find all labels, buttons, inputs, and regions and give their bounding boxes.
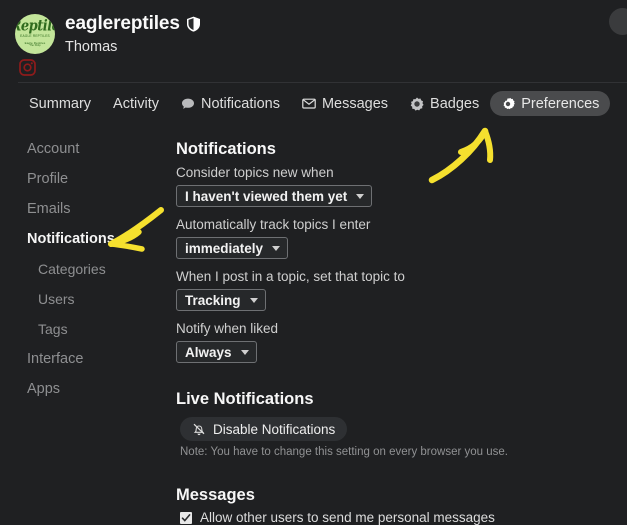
current-user-avatar[interactable] (609, 8, 627, 35)
profile-full-name: Thomas (65, 39, 118, 55)
check-icon (181, 513, 191, 522)
allow-personal-messages-label: Allow other users to send me personal me… (200, 510, 495, 525)
sidebar-item-tags[interactable]: Tags (0, 314, 170, 344)
sidebar-item-notifications[interactable]: Notifications (0, 224, 170, 254)
avatar-logo: Reptile EAGLE REPTILES Eagle Reptiles Th… (15, 14, 55, 54)
gear-icon (503, 97, 516, 109)
live-notifications-section-title: Live Notifications (176, 390, 314, 408)
tab-activity[interactable]: Activity (102, 91, 170, 116)
tab-badges-label: Badges (430, 95, 480, 112)
dropdown-post-topic-state[interactable]: Tracking (176, 289, 266, 311)
disable-notifications-button[interactable]: Disable Notifications (180, 417, 348, 441)
shield-icon (186, 16, 200, 32)
tab-notifications-label: Notifications (200, 95, 280, 112)
preferences-sidebar: Account Profile Emails Notifications Cat… (0, 134, 170, 404)
preferences-content: Notifications Consider topics new when I… (176, 140, 616, 525)
social-links (19, 59, 36, 76)
sidebar-item-account[interactable]: Account (0, 134, 170, 164)
profile-header: Reptile EAGLE REPTILES Eagle Reptiles Th… (0, 0, 627, 82)
dropdown-notify-when-liked[interactable]: Always (176, 341, 257, 363)
profile-nav-tabs: Summary Activity Notifications Messages … (18, 90, 611, 117)
dropdown-auto-track[interactable]: immediately (176, 237, 289, 259)
sidebar-item-categories[interactable]: Categories (0, 254, 170, 284)
sidebar-item-apps[interactable]: Apps (0, 374, 170, 404)
tab-summary[interactable]: Summary (18, 91, 102, 116)
field-label-post-topic-state: When I post in a topic, set that topic t… (176, 269, 405, 284)
field-label-auto-track: Automatically track topics I enter (176, 217, 371, 232)
tab-activity-label: Activity (113, 95, 159, 112)
dropdown-consider-topics-new-value: I haven't viewed them yet (185, 188, 348, 204)
field-label-consider-topics-new: Consider topics new when (176, 165, 334, 180)
tab-messages[interactable]: Messages (291, 91, 399, 116)
notifications-section-title: Notifications (176, 140, 276, 158)
chevron-down-icon (240, 349, 249, 355)
tab-preferences[interactable]: Preferences (490, 91, 611, 116)
chevron-down-icon (272, 245, 281, 251)
tab-preferences-label: Preferences (521, 95, 600, 112)
live-notifications-note: Note: You have to change this setting on… (180, 446, 508, 458)
bell-slash-icon (193, 423, 205, 435)
speech-bubble-icon (181, 98, 194, 109)
envelope-icon (302, 98, 316, 109)
avatar-logo-sub3: The Shop (29, 44, 41, 48)
username-row: eaglereptiles (65, 13, 201, 35)
sidebar-item-users[interactable]: Users (0, 284, 170, 314)
tab-summary-label: Summary (29, 95, 92, 112)
dropdown-consider-topics-new[interactable]: I haven't viewed them yet (176, 185, 373, 207)
tab-badges[interactable]: Badges (399, 91, 490, 116)
dropdown-post-topic-state-value: Tracking (185, 292, 241, 308)
avatar-logo-main: Reptile (15, 17, 55, 36)
instagram-icon[interactable] (19, 59, 36, 76)
chevron-down-icon (249, 297, 258, 303)
messages-section-title: Messages (176, 486, 255, 504)
sidebar-item-interface[interactable]: Interface (0, 344, 170, 374)
sidebar-item-emails[interactable]: Emails (0, 194, 170, 224)
tab-messages-label: Messages (321, 95, 389, 112)
badge-icon (410, 97, 424, 111)
chevron-down-icon (356, 193, 365, 199)
allow-personal-messages-checkbox[interactable] (180, 511, 192, 524)
dropdown-notify-when-liked-value: Always (185, 344, 232, 360)
page-title: eaglereptiles (65, 13, 180, 34)
avatar[interactable]: Reptile EAGLE REPTILES Eagle Reptiles Th… (15, 14, 55, 54)
divider (18, 82, 627, 83)
tab-notifications[interactable]: Notifications (170, 91, 291, 116)
dropdown-auto-track-value: immediately (185, 240, 264, 256)
field-label-notify-when-liked: Notify when liked (176, 321, 279, 336)
disable-notifications-label: Disable Notifications (213, 421, 336, 437)
sidebar-item-profile[interactable]: Profile (0, 164, 170, 194)
allow-personal-messages-row[interactable]: Allow other users to send me personal me… (180, 510, 616, 525)
